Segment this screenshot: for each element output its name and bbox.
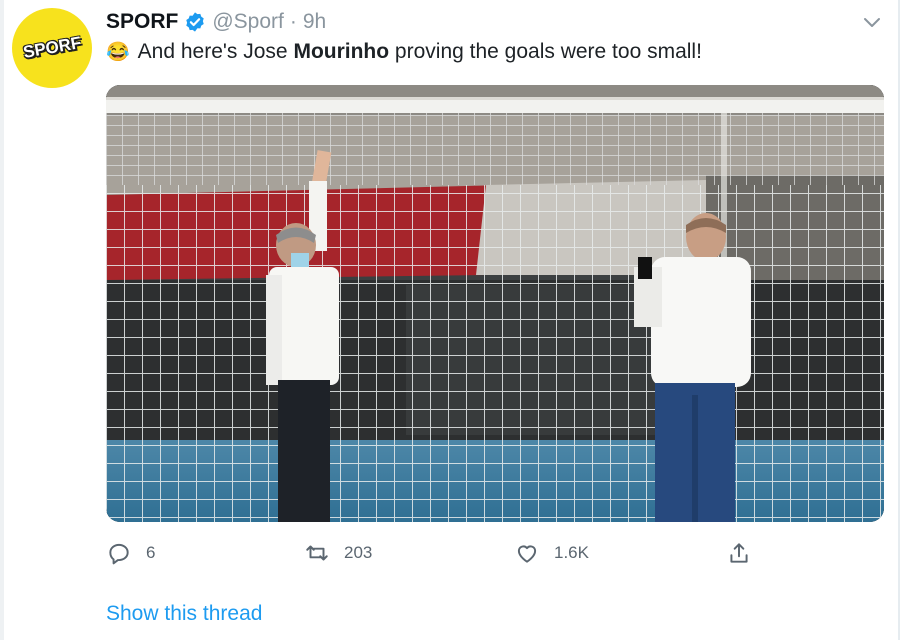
reply-button[interactable]: 6 [106,540,155,566]
reply-count: 6 [146,543,156,562]
left-edge [0,0,4,640]
timestamp[interactable]: 9h [303,10,326,34]
retweet-count: 203 [344,543,373,562]
share-icon [730,543,748,563]
like-count: 1.6K [554,543,589,562]
show-thread-link[interactable]: Show this thread [106,602,262,626]
avatar[interactable]: SPORF [12,8,92,88]
tweet-text: 😂 And here's Jose Mourinho proving the g… [106,40,702,64]
like-button[interactable]: 1.6K [514,540,589,566]
chevron-down-icon[interactable] [860,10,884,34]
share-button[interactable] [726,540,752,566]
avatar-logo-text: SPORF [21,33,83,62]
separator-dot: · [289,10,297,33]
photo-scene [106,85,884,522]
tweet-header: SPORF @Sporf · 9h [106,8,326,36]
retweet-icon [306,545,328,561]
tweet-text-bold: Mourinho [293,40,390,63]
tweet-media-photo[interactable] [106,85,884,522]
handle[interactable]: @Sporf [212,10,284,34]
tweet-text-end: proving the goals were too small! [389,40,702,63]
like-icon [517,545,537,563]
tweet-actions: 6 203 1.6K [106,540,766,568]
tweet-text-start: And here's Jose [137,40,294,63]
laughing-emoji-icon: 😂 [106,42,130,63]
retweet-button[interactable]: 203 [304,540,372,566]
display-name[interactable]: SPORF [106,10,178,34]
verified-badge-icon [186,12,205,32]
reply-icon [109,543,129,565]
